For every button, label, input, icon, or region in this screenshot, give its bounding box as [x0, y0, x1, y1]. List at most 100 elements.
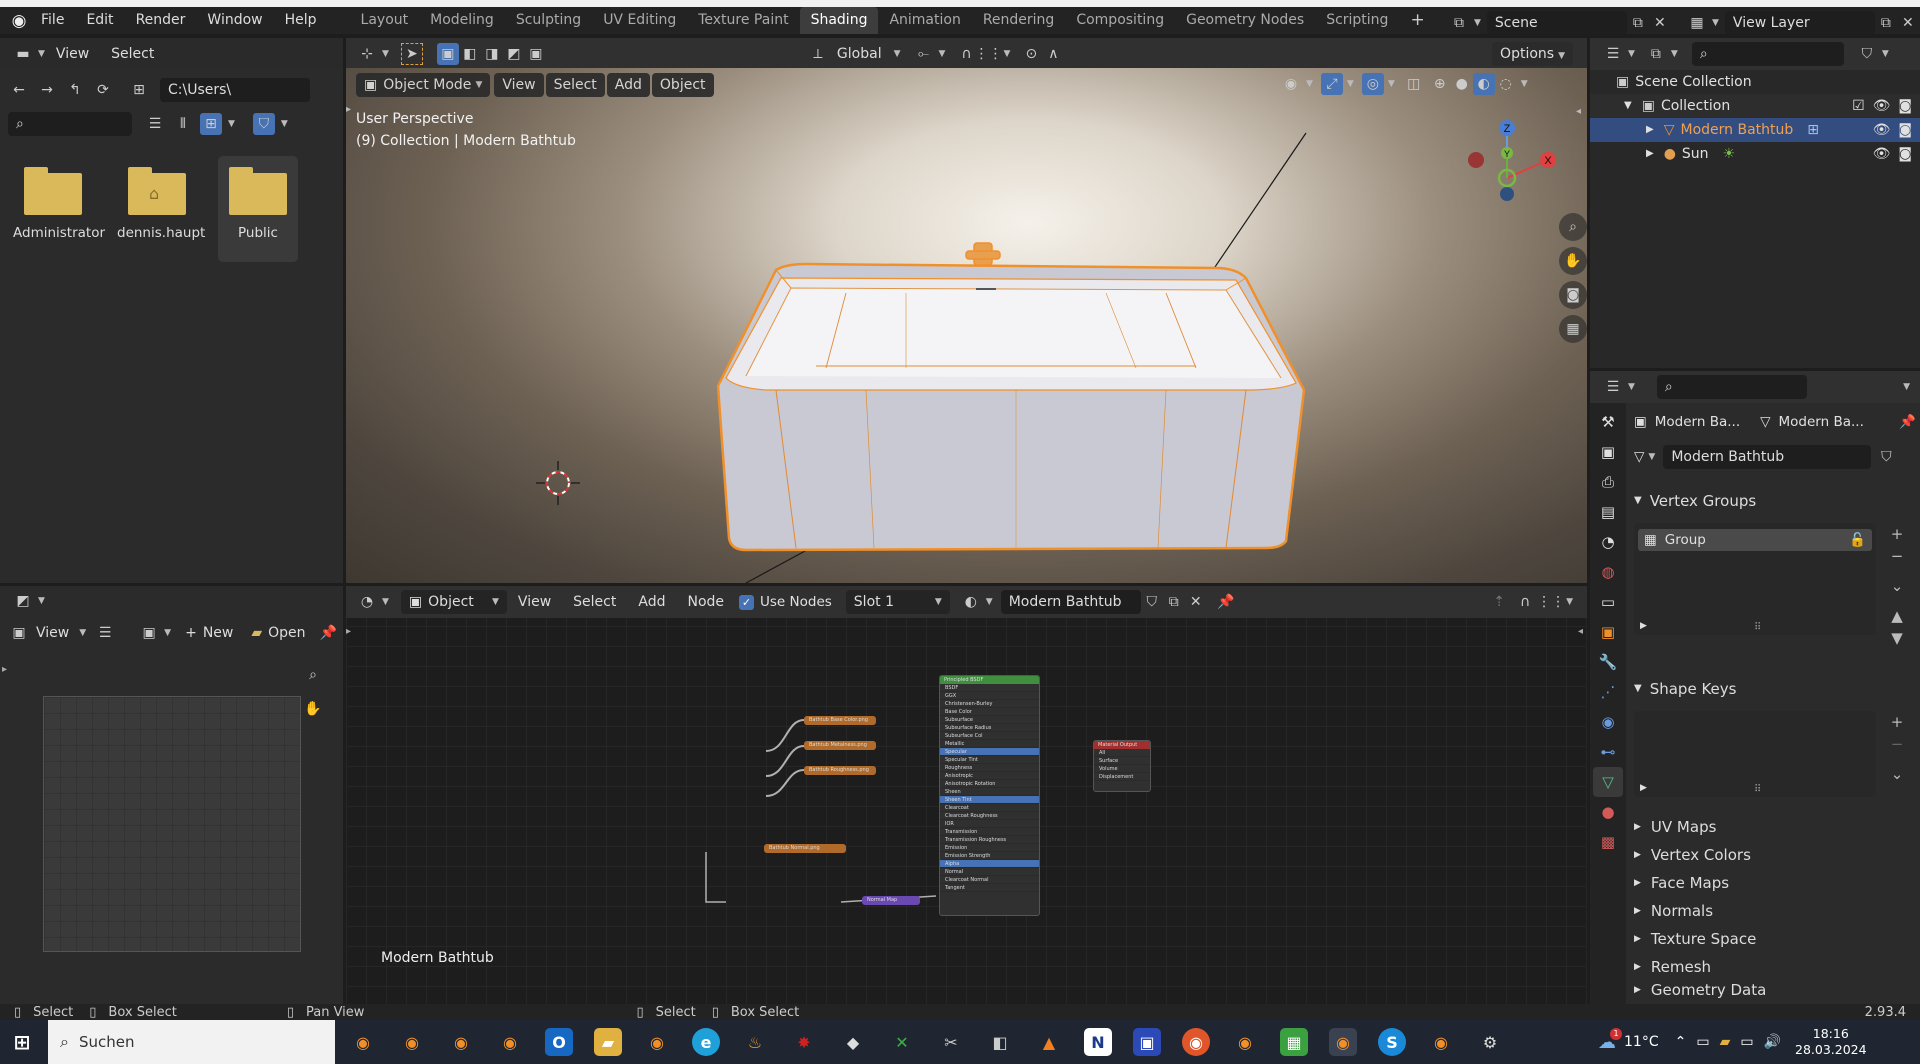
principled-socket-row[interactable]: Roughness: [940, 764, 1039, 772]
sidebar-toggle-icon[interactable]: ◂: [1576, 106, 1581, 117]
mesh-data-tab-icon[interactable]: ▽: [1593, 767, 1623, 797]
principled-socket-row[interactable]: Anisotropic Rotation: [940, 780, 1039, 788]
output-socket-row[interactable]: Volume: [1094, 765, 1150, 773]
principled-socket-row[interactable]: BSDF: [940, 684, 1039, 692]
editor-type-icon[interactable]: ▬: [12, 43, 34, 65]
material-tab-icon[interactable]: ●: [1593, 797, 1623, 827]
blender-app-icon[interactable]: ◉: [398, 1028, 426, 1056]
refresh-icon[interactable]: ⟳: [92, 79, 114, 101]
node-material-output[interactable]: Material Output All Surface Volume Displace…: [1093, 740, 1151, 792]
shape-keys-list[interactable]: ▶ ⠿: [1634, 711, 1876, 797]
editor-type-icon[interactable]: ⊹: [356, 43, 378, 65]
editor-type-icon[interactable]: ☰: [1602, 43, 1624, 65]
node-roughness-image[interactable]: Bathtub Roughness.png: [804, 766, 876, 775]
remote-desktop-icon[interactable]: ◧: [986, 1028, 1014, 1056]
tab-layout[interactable]: Layout: [350, 7, 420, 34]
blender-app-icon[interactable]: ◉: [496, 1028, 524, 1056]
open-image-button[interactable]: ▰ Open: [243, 621, 314, 645]
view-layer-selector[interactable]: ▦ ▼ View Layer ⧉ ✕: [1686, 11, 1919, 35]
delete-scene-icon[interactable]: ✕: [1649, 12, 1671, 34]
mode-subtract-icon[interactable]: ◨: [481, 43, 503, 65]
principled-socket-row[interactable]: Clearcoat Roughness: [940, 812, 1039, 820]
principled-socket-row[interactable]: Base Color: [940, 708, 1039, 716]
principled-socket-row[interactable]: Sheen Tint: [940, 796, 1039, 804]
mesh-data-icon[interactable]: ▽: [1634, 449, 1644, 465]
view-layer-tab-icon[interactable]: ▤: [1593, 497, 1623, 527]
node-metalness-image[interactable]: Bathtub Metalness.png: [804, 741, 876, 750]
pivot-icon[interactable]: ⟜: [913, 43, 935, 65]
list-resize-handle-icon[interactable]: ⠿: [1754, 622, 1761, 633]
panel-texture-space[interactable]: ▶ Texture Space: [1634, 925, 1916, 953]
node-normal-image[interactable]: Bathtub Normal.png: [764, 844, 846, 853]
3d-viewport[interactable]: ▣ Object Mode ▼ View Select Add Object ◉ ▼ …: [346, 68, 1587, 583]
scene-selector[interactable]: ⧉ ▼ Scene ⧉ ✕: [1448, 11, 1671, 35]
orientation-dropdown[interactable]: Global: [829, 42, 890, 66]
file-explorer-app-icon[interactable]: ▰: [594, 1028, 622, 1056]
network-icon[interactable]: ▭: [1696, 1034, 1709, 1050]
principled-socket-row[interactable]: Clearcoat Normal: [940, 876, 1039, 884]
constraints-tab-icon[interactable]: ⊷: [1593, 737, 1623, 767]
panel-normals[interactable]: ▶ Normals: [1634, 897, 1916, 925]
hamburger-menu-icon[interactable]: ☰: [94, 622, 116, 644]
ie-menu-view[interactable]: View: [30, 620, 75, 647]
principled-socket-row[interactable]: Subsurface Col: [940, 732, 1039, 740]
sidebar-toggle-icon[interactable]: ◂: [1578, 626, 1583, 637]
outlook-app-icon[interactable]: O: [545, 1028, 573, 1056]
output-tab-icon[interactable]: ⎙: [1593, 467, 1623, 497]
menu-window[interactable]: Window: [196, 7, 273, 34]
principled-socket-row[interactable]: Transmission Roughness: [940, 836, 1039, 844]
panel-vertex-colors[interactable]: ▶ Vertex Colors: [1634, 841, 1916, 869]
filter-icon[interactable]: ⛉: [252, 113, 275, 135]
principled-socket-row[interactable]: Metallic: [940, 740, 1039, 748]
fb-menu-view[interactable]: View: [45, 41, 100, 68]
physics-tab-icon[interactable]: ◉: [1593, 707, 1623, 737]
skype-app-icon[interactable]: S: [1378, 1028, 1406, 1056]
tab-compositing[interactable]: Compositing: [1065, 7, 1175, 34]
weather-cloud-icon[interactable]: ☁ 1: [1598, 1027, 1622, 1053]
node-principled-bsdf[interactable]: Principled BSDF BSDF GGX Christensen-Burle…: [939, 675, 1040, 916]
expand-arrow-icon[interactable]: ▼: [1624, 94, 1632, 118]
pin-icon[interactable]: 📌: [318, 622, 340, 644]
select-tool-icon[interactable]: ➤: [400, 43, 423, 65]
remove-shape-key-button[interactable]: −: [1886, 733, 1908, 755]
panel-remesh[interactable]: ▶ Remesh: [1634, 953, 1916, 981]
output-socket-row[interactable]: All: [1094, 749, 1150, 757]
principled-socket-row[interactable]: Transmission: [940, 828, 1039, 836]
blender-logo-icon[interactable]: ◉: [8, 10, 30, 32]
object-tab-icon[interactable]: ▣: [1593, 617, 1623, 647]
outliner-item-modern-bathtub[interactable]: ▶ ▽ Modern Bathtub ⊞ 👁 ◙: [1590, 118, 1920, 142]
menu-edit[interactable]: Edit: [75, 7, 124, 34]
render-camera-icon[interactable]: ◙: [1898, 94, 1912, 118]
principled-socket-row[interactable]: Subsurface Radius: [940, 724, 1039, 732]
firefox-app-icon[interactable]: ◉: [1182, 1028, 1210, 1056]
vertex-group-specials-button[interactable]: ⌄: [1886, 575, 1908, 597]
spreadsheet-app-icon[interactable]: ▦: [1280, 1028, 1308, 1056]
principled-socket-row[interactable]: Clearcoat: [940, 804, 1039, 812]
options-dropdown[interactable]: Options ▼: [1492, 42, 1573, 66]
panel-geometry-data[interactable]: ▶ Geometry Data: [1634, 981, 1916, 999]
texture-tab-icon[interactable]: ▩: [1593, 827, 1623, 857]
camera-icon[interactable]: ◙: [1559, 281, 1587, 309]
xmind-app-icon[interactable]: ✕: [888, 1028, 916, 1056]
path-field[interactable]: C:\Users\: [160, 78, 310, 102]
grid-projection-icon[interactable]: ▦: [1559, 315, 1587, 343]
principled-socket-row[interactable]: Specular: [940, 748, 1039, 756]
mode-invert-icon[interactable]: ◩: [503, 43, 525, 65]
mesh-name-field[interactable]: Modern Bathtub: [1663, 445, 1872, 469]
image-editor-type[interactable]: ◩ ▼: [12, 590, 45, 612]
modifier-tab-icon[interactable]: 🔧: [1593, 647, 1623, 677]
collection-tab-icon[interactable]: ▭: [1593, 587, 1623, 617]
new-scene-icon[interactable]: ⧉: [1627, 12, 1649, 34]
save-app-icon[interactable]: ▣: [1133, 1028, 1161, 1056]
outliner-collection-row[interactable]: ▼ ▣ Collection ☑ 👁 ◙: [1590, 94, 1920, 118]
mode-extend-icon[interactable]: ◧: [459, 43, 481, 65]
world-tab-icon[interactable]: ◍: [1593, 557, 1623, 587]
particles-tab-icon[interactable]: ⋰: [1593, 677, 1623, 707]
move-up-button[interactable]: ▲: [1886, 605, 1908, 627]
tab-sculpting[interactable]: Sculpting: [505, 7, 592, 34]
render-camera-icon[interactable]: ◙: [1898, 142, 1912, 166]
snap-target-icon[interactable]: ⋮⋮: [974, 43, 1002, 65]
shape-key-specials-button[interactable]: ⌄: [1886, 763, 1908, 785]
new-folder-icon[interactable]: ⊞: [128, 79, 150, 101]
bathtub-mesh[interactable]: [346, 68, 1587, 583]
